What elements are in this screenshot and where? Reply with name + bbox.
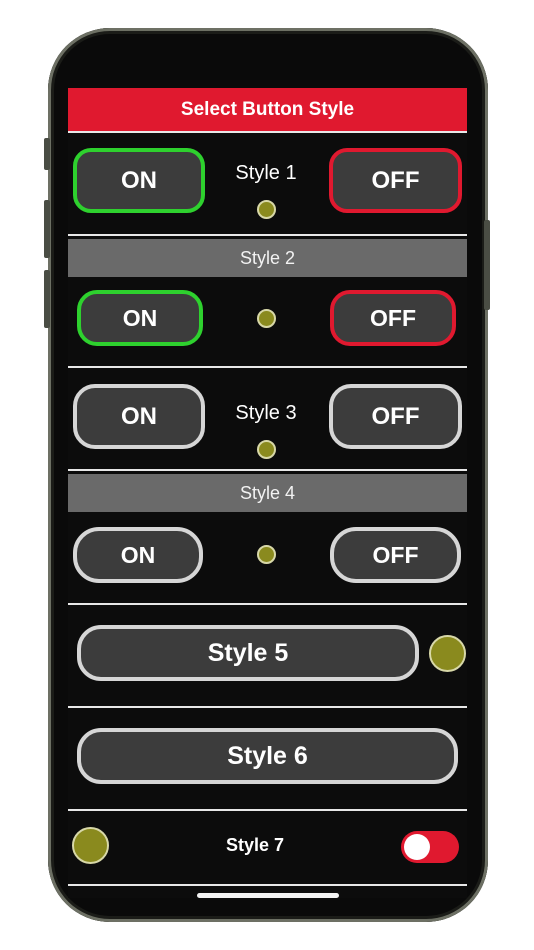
- style4-off-button[interactable]: OFF: [330, 527, 461, 583]
- style2-section-header: Style 2: [68, 239, 467, 277]
- style3-on-button[interactable]: ON: [73, 384, 205, 449]
- page-title: Select Button Style: [68, 88, 467, 131]
- style3-label: Style 3: [235, 402, 297, 424]
- style3-indicator-led: [257, 440, 276, 459]
- toggle-knob: [404, 834, 430, 860]
- volume-down-button: [44, 270, 50, 328]
- style7-toggle-switch[interactable]: [401, 831, 459, 863]
- style5-indicator-led: [429, 635, 466, 672]
- mute-switch: [44, 138, 50, 170]
- style7-indicator-led: [72, 827, 109, 864]
- style1-off-button[interactable]: OFF: [329, 148, 462, 213]
- power-button: [484, 220, 490, 310]
- divider: [68, 131, 467, 133]
- divider: [68, 706, 467, 708]
- divider: [68, 603, 467, 605]
- divider: [68, 366, 467, 368]
- divider: [68, 469, 467, 471]
- style5-button[interactable]: Style 5: [77, 625, 419, 681]
- divider: [68, 809, 467, 811]
- style4-on-button[interactable]: ON: [73, 527, 203, 583]
- volume-up-button: [44, 200, 50, 258]
- style3-off-button[interactable]: OFF: [329, 384, 462, 449]
- style1-label: Style 1: [235, 162, 297, 184]
- home-indicator[interactable]: [197, 893, 339, 898]
- style4-indicator-led: [257, 545, 276, 564]
- divider: [68, 234, 467, 236]
- style2-on-button[interactable]: ON: [77, 290, 203, 346]
- style6-button[interactable]: Style 6: [77, 728, 458, 784]
- style1-on-button[interactable]: ON: [73, 148, 205, 213]
- style4-section-header: Style 4: [68, 474, 467, 512]
- style1-indicator-led: [257, 200, 276, 219]
- style7-label: Style 7: [225, 835, 285, 855]
- style2-off-button[interactable]: OFF: [330, 290, 456, 346]
- style2-indicator-led: [257, 309, 276, 328]
- app-screen: Select Button Style ON Style 1 OFF Style…: [68, 88, 467, 898]
- divider: [68, 884, 467, 886]
